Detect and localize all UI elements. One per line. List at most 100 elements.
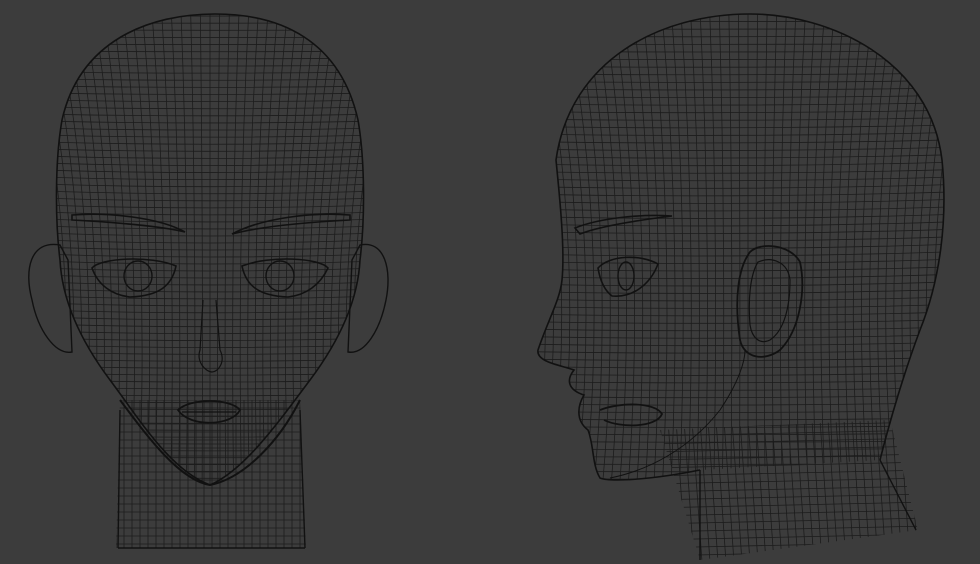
side-neck-row	[660, 533, 918, 541]
side-grid-col	[951, 10, 980, 500]
side-grid-col	[651, 14, 668, 480]
side-grid-col	[622, 14, 644, 480]
side-grid-col	[661, 14, 676, 480]
side-grid-row	[537, 131, 944, 136]
front-ear-left	[28, 243, 73, 353]
side-neck-row	[660, 501, 918, 509]
side-grid-col	[917, 14, 944, 480]
side-grid-row	[537, 94, 944, 98]
front-brow-left	[71, 213, 186, 233]
front-grid-col	[285, 14, 308, 485]
side-grid-col	[771, 14, 778, 480]
side-grid-row	[537, 455, 944, 458]
side-grid-col	[709, 14, 716, 480]
front-neck-outline	[117, 409, 306, 549]
side-neck-col	[811, 420, 823, 560]
side-grid-row	[537, 57, 944, 60]
side-grid-row	[537, 35, 944, 38]
side-neck-col	[827, 420, 839, 560]
side-grid-col	[738, 14, 741, 480]
side-grid-col	[537, 14, 546, 480]
wireframe-scene	[0, 10, 980, 560]
side-grid-col	[699, 14, 708, 480]
side-neck-row	[660, 517, 918, 525]
side-neck-row	[660, 549, 918, 557]
front-grid-col	[161, 14, 173, 485]
side-grid-row	[537, 102, 944, 106]
side-grid-row	[537, 161, 944, 167]
front-grid-col	[180, 14, 188, 485]
front-grid-col	[217, 14, 221, 485]
side-neck-col	[819, 420, 831, 560]
front-grid-col	[102, 14, 128, 485]
side-neck-col	[891, 420, 903, 560]
front-grid-col	[190, 14, 196, 485]
side-neck-row	[660, 509, 918, 517]
side-grid-row	[537, 124, 944, 129]
side-grid-col	[942, 14, 944, 480]
front-grid-col	[56, 14, 60, 485]
side-neck-col	[915, 420, 918, 560]
front-grid-col	[170, 14, 181, 485]
viewport-3d[interactable]	[0, 0, 980, 564]
side-grid-col	[498, 10, 537, 500]
side-face-profile	[537, 13, 751, 481]
side-grid-col	[780, 14, 787, 480]
side-grid-row	[537, 154, 944, 159]
front-grid-col	[368, 10, 413, 500]
side-grid-row	[537, 470, 944, 473]
front-grid-col	[292, 14, 318, 485]
front-grid-col	[300, 14, 327, 485]
front-iris-left	[123, 260, 153, 292]
side-grid-col	[642, 14, 660, 480]
side-neck-row	[660, 485, 918, 493]
side-neck-col	[803, 420, 815, 560]
side-neck-col	[731, 420, 743, 560]
side-grid-row	[537, 50, 944, 53]
side-neck-col	[739, 420, 751, 560]
front-grid-col	[199, 14, 203, 485]
side-grid-row	[537, 72, 944, 76]
front-grid-col	[384, 10, 434, 500]
front-grid-col	[0, 10, 44, 500]
side-grid-row	[537, 117, 944, 121]
side-grid-col	[925, 14, 944, 480]
front-grid-col	[151, 14, 166, 485]
front-grid-col	[307, 14, 337, 485]
front-grid-col	[93, 14, 120, 485]
side-head-wireframe	[498, 10, 980, 560]
front-grid-col	[239, 14, 250, 485]
side-grid-col	[959, 10, 980, 500]
front-head-wireframe	[0, 10, 443, 549]
side-neck-col	[899, 420, 911, 560]
side-neck-col	[907, 420, 918, 560]
front-grid-col	[391, 10, 443, 500]
side-neck-col	[715, 420, 727, 560]
side-grid-col	[537, 14, 554, 480]
front-grid-col	[224, 14, 230, 485]
side-grid-row	[537, 168, 944, 174]
front-grid-col	[247, 14, 259, 485]
front-grid-col	[6, 10, 51, 500]
front-grid-col	[0, 10, 29, 500]
side-grid-row	[537, 80, 944, 83]
side-grid-col	[537, 14, 563, 480]
side-mouth	[599, 403, 664, 427]
front-grid-col	[83, 14, 113, 485]
side-neck-col	[660, 420, 671, 560]
side-grid-col	[901, 14, 931, 480]
side-neck-row	[660, 493, 918, 501]
front-grid-col	[254, 14, 269, 485]
side-grid-col	[893, 14, 922, 480]
side-grid-row	[537, 87, 944, 91]
side-neck-row	[660, 541, 918, 549]
side-neck-col	[723, 420, 735, 560]
side-grid-row	[537, 109, 944, 114]
side-grid-col	[690, 14, 700, 480]
side-grid-row	[537, 43, 944, 45]
side-grid-col	[728, 14, 733, 480]
side-neck-col	[795, 420, 807, 560]
side-grid-row	[537, 463, 944, 465]
front-iris-right	[265, 260, 295, 292]
side-grid-col	[718, 14, 725, 480]
